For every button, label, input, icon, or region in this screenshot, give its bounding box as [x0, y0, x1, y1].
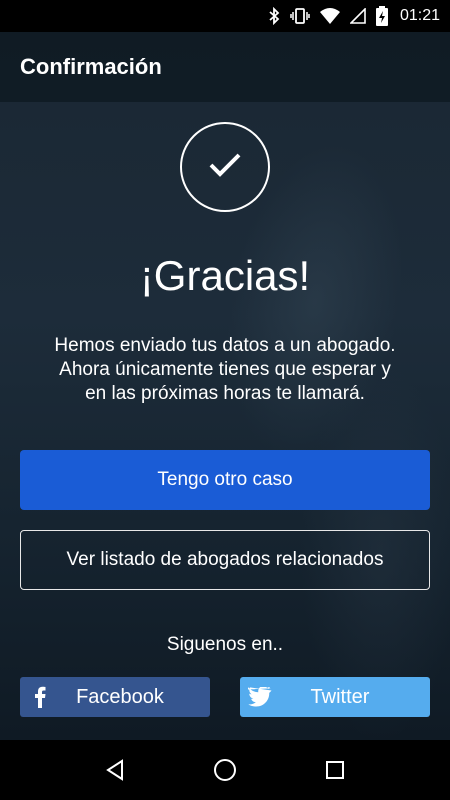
lawyer-list-label: Ver listado de abogados relacionados	[66, 549, 384, 570]
home-icon[interactable]	[205, 750, 245, 790]
wifi-icon	[319, 8, 340, 24]
facebook-button[interactable]: Facebook	[20, 677, 210, 717]
twitter-icon	[240, 687, 280, 707]
status-bar: 01:21	[0, 0, 450, 32]
page-title: Confirmación	[20, 54, 162, 79]
follow-us-label: Siguenos en..	[166, 634, 284, 655]
thanks-heading: ¡Gracias!	[139, 252, 311, 299]
app-bar: Confirmación	[0, 32, 450, 102]
confirmation-message: Hemos enviado tus datos a un abogado. Ah…	[54, 335, 396, 404]
bluetooth-icon	[268, 7, 280, 25]
recents-icon[interactable]	[315, 750, 355, 790]
navigation-bar	[0, 740, 450, 800]
facebook-icon	[20, 686, 60, 708]
another-case-button[interactable]: Tengo otro caso	[20, 450, 430, 510]
checkmark-icon	[208, 152, 242, 183]
vibrate-icon	[290, 7, 310, 25]
twitter-label: Twitter	[310, 685, 370, 708]
back-icon[interactable]	[95, 750, 135, 790]
facebook-label: Facebook	[76, 685, 164, 708]
twitter-button[interactable]: Twitter	[240, 677, 430, 717]
success-circle	[180, 122, 270, 212]
another-case-label: Tengo otro caso	[157, 469, 293, 490]
confirmation-screen: Confirmación ¡Gracias! Hemos enviado tus…	[0, 32, 450, 740]
status-time: 01:21	[399, 7, 440, 24]
battery-charging-icon	[375, 6, 388, 26]
signal-icon	[349, 8, 366, 24]
lawyer-list-button[interactable]: Ver listado de abogados relacionados	[20, 530, 430, 590]
